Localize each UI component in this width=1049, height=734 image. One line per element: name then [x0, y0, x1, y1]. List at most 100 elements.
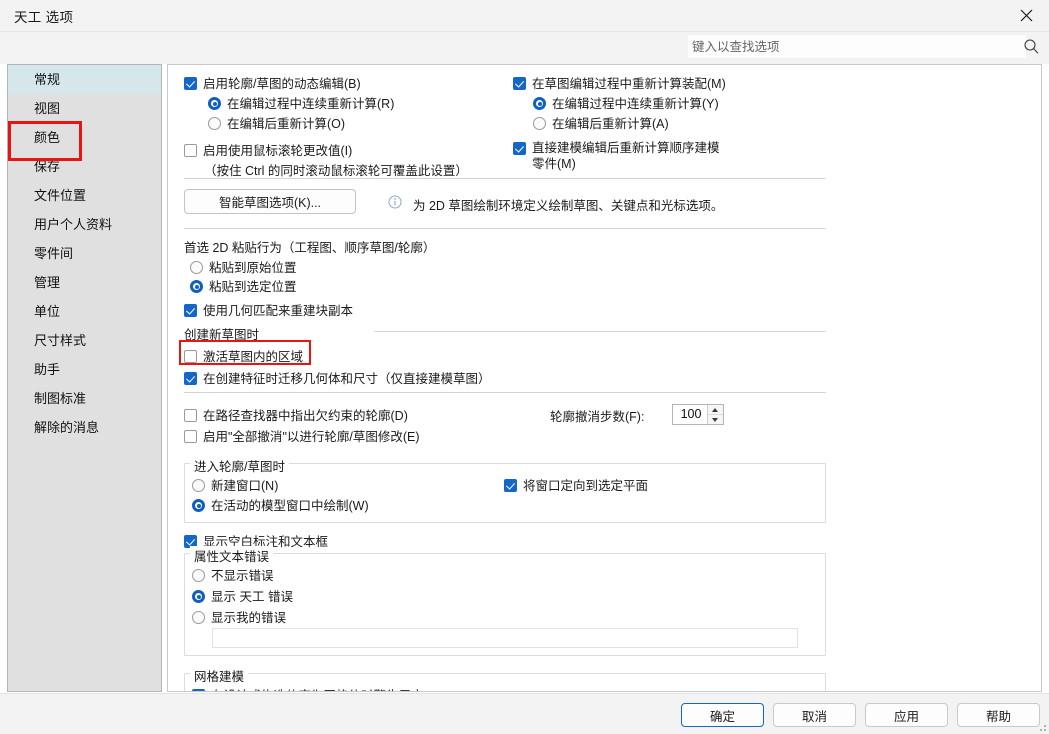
sidebar-item-label: 视图 — [34, 101, 61, 116]
undo-all-label: 启用"全部撤消"以进行轮廓/草图修改(E) — [203, 430, 420, 444]
search-icon[interactable] — [1023, 38, 1040, 55]
checkbox-unchecked-icon — [184, 430, 197, 443]
chevron-up-icon — [712, 408, 718, 412]
error-tiangong-label: 显示 天工 错误 — [211, 590, 293, 604]
sidebar-item-label: 管理 — [34, 275, 61, 290]
dynamic-edit-checkbox[interactable]: 启用轮廓/草图的动态编辑(B) — [184, 73, 361, 92]
undo-steps-label: 轮廓撤消步数(F): — [550, 406, 644, 425]
property-text-errors-group-title: 属性文本错误 — [190, 546, 274, 565]
scroll-wheel-label: 启用使用鼠标滚轮更改值(I) — [203, 144, 353, 158]
direct-model-label: 直接建模编辑后重新计算顺序建模零件(M) — [532, 141, 720, 171]
sidebar-item-drafting-std[interactable]: 制图标准 — [8, 384, 161, 413]
checkbox-checked-icon — [184, 304, 197, 317]
sidebar-item-label: 保存 — [34, 159, 61, 174]
error-tiangong-radio[interactable]: 显示 天工 错误 — [192, 586, 293, 605]
sidebar-item-general[interactable]: 常规 — [8, 65, 161, 94]
sidebar-item-view[interactable]: 视图 — [8, 94, 161, 123]
close-button[interactable] — [1003, 0, 1049, 31]
divider — [184, 178, 826, 179]
stepper-up-button[interactable] — [708, 405, 723, 415]
sidebar-item-label: 单位 — [34, 304, 61, 319]
sidebar-item-label: 制图标准 — [34, 391, 87, 406]
assembly-continuous-radio[interactable]: 在编辑过程中连续重新计算(Y) — [533, 93, 719, 112]
geometry-match-label: 使用几何匹配来重建块副本 — [203, 304, 354, 318]
sidebar-item-file-location[interactable]: 文件位置 — [8, 181, 161, 210]
pathfinder-checkbox[interactable]: 在路径查找器中指出欠约束的轮廓(D) — [184, 405, 408, 424]
scroll-wheel-checkbox[interactable]: 启用使用鼠标滚轮更改值(I) — [184, 140, 352, 159]
checkbox-checked-icon — [504, 479, 517, 492]
footer-bar: 确定 取消 应用 帮助 — [0, 693, 1049, 734]
error-none-radio[interactable]: 不显示错误 — [192, 565, 274, 584]
checkbox-checked-icon — [513, 142, 526, 155]
smart-sketch-options-button[interactable]: 智能草图选项(K)... — [184, 189, 356, 214]
checkbox-checked-icon — [184, 77, 197, 90]
activate-regions-checkbox[interactable]: 激活草图内的区域 — [184, 346, 303, 365]
dynamic-edit-continuous-radio[interactable]: 在编辑过程中连续重新计算(R) — [208, 93, 394, 112]
error-mine-radio[interactable]: 显示我的错误 — [192, 607, 286, 626]
sidebar-item-manage[interactable]: 管理 — [8, 268, 161, 297]
direct-model-checkbox[interactable]: 直接建模编辑后重新计算顺序建模零件(M) — [513, 140, 723, 172]
sidebar-item-user-profile[interactable]: 用户个人资料 — [8, 210, 161, 239]
paste-original-label: 粘贴到原始位置 — [209, 261, 297, 275]
apply-button[interactable]: 应用 — [865, 703, 948, 727]
assembly-continuous-label: 在编辑过程中连续重新计算(Y) — [552, 97, 719, 111]
sidebar-item-helpers[interactable]: 助手 — [8, 355, 161, 384]
window-title: 天工 选项 — [14, 9, 74, 25]
paste-original-radio[interactable]: 粘贴到原始位置 — [190, 257, 297, 276]
mesh-warn-checkbox[interactable]: 在设计或构造体变为网格体时警告用户 — [192, 685, 424, 691]
error-none-label: 不显示错误 — [211, 569, 274, 583]
radio-unselected-icon — [192, 479, 205, 492]
undo-steps-stepper[interactable]: 100 — [672, 404, 724, 425]
help-button[interactable]: 帮助 — [957, 703, 1040, 727]
radio-selected-icon — [192, 499, 205, 512]
new-window-radio[interactable]: 新建窗口(N) — [192, 475, 278, 494]
sidebar-item-label: 颜色 — [34, 130, 61, 145]
radio-unselected-icon — [208, 117, 221, 130]
smart-sketch-info-text: 为 2D 草图绘制环境定义绘制草图、关键点和光标选项。 — [413, 195, 723, 214]
divider — [184, 392, 826, 393]
migrate-geometry-checkbox[interactable]: 在创建特征时迁移几何体和尺寸（仅直接建模草图） — [184, 368, 491, 387]
sidebar-item-label: 用户个人资料 — [34, 217, 113, 232]
resize-grip[interactable] — [1036, 721, 1046, 731]
stepper-down-button[interactable] — [708, 415, 723, 424]
dynamic-edit-after-radio[interactable]: 在编辑后重新计算(O) — [208, 113, 345, 132]
sidebar-item-colors[interactable]: 颜色 — [8, 123, 161, 152]
sidebar-item-inter-part[interactable]: 零件间 — [8, 239, 161, 268]
checkbox-unchecked-icon — [184, 350, 197, 363]
undo-steps-value: 100 — [680, 407, 702, 421]
stepper-buttons[interactable] — [707, 405, 723, 424]
new-window-label: 新建窗口(N) — [211, 479, 279, 493]
radio-selected-icon — [208, 97, 221, 110]
geometry-match-checkbox[interactable]: 使用几何匹配来重建块副本 — [184, 300, 353, 319]
cancel-button[interactable]: 取消 — [773, 703, 856, 727]
sidebar-item-label: 常规 — [34, 72, 61, 87]
active-window-label: 在活动的模型窗口中绘制(W) — [211, 499, 369, 513]
mesh-warn-label: 在设计或构造体变为网格体时警告用户 — [211, 689, 424, 691]
orient-window-checkbox[interactable]: 将窗口定向到选定平面 — [504, 475, 648, 494]
sidebar-item-dim-style[interactable]: 尺寸样式 — [8, 326, 161, 355]
undo-all-checkbox[interactable]: 启用"全部撤消"以进行轮廓/草图修改(E) — [184, 426, 420, 445]
title-bar: 天工 选项 — [0, 0, 1049, 32]
smart-sketch-info-label: 为 2D 草图绘制环境定义绘制草图、关键点和光标选项。 — [413, 199, 724, 213]
ok-button[interactable]: 确定 — [681, 703, 764, 727]
active-window-radio[interactable]: 在活动的模型窗口中绘制(W) — [192, 495, 369, 514]
sidebar-item-label: 零件间 — [34, 246, 74, 261]
checkbox-unchecked-icon — [184, 144, 197, 157]
close-icon — [1020, 9, 1033, 22]
error-mine-label: 显示我的错误 — [211, 611, 287, 625]
radio-selected-icon — [533, 97, 546, 110]
search-input[interactable] — [688, 35, 1026, 58]
radio-selected-icon — [192, 590, 205, 603]
sidebar-item-save[interactable]: 保存 — [8, 152, 161, 181]
sidebar-item-dismissed-msg[interactable]: 解除的消息 — [8, 413, 161, 442]
activate-regions-label: 激活草图内的区域 — [203, 350, 304, 364]
checkbox-checked-icon — [184, 372, 197, 385]
custom-error-input[interactable] — [212, 628, 798, 648]
paste-selected-radio[interactable]: 粘贴到选定位置 — [190, 276, 297, 295]
paste-behavior-title-label: 首选 2D 粘贴行为（工程图、顺序草图/轮廓） — [184, 241, 436, 255]
assembly-recompute-checkbox[interactable]: 在草图编辑过程中重新计算装配(M) — [513, 73, 726, 92]
sidebar-item-units[interactable]: 单位 — [8, 297, 161, 326]
divider — [184, 228, 826, 229]
sidebar-item-label: 解除的消息 — [34, 420, 100, 435]
assembly-after-radio[interactable]: 在编辑后重新计算(A) — [533, 113, 669, 132]
